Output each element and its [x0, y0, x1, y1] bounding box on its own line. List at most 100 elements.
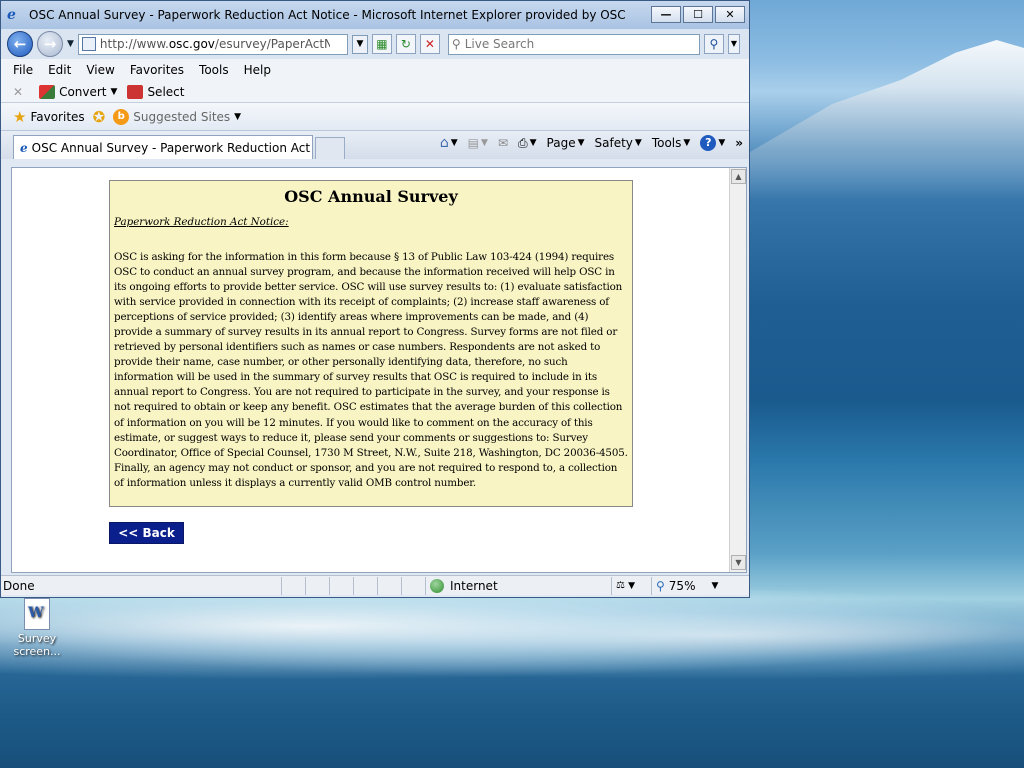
address-bar: ← → ▼ http://www.osc.gov/esurvey/PaperAc… — [1, 29, 749, 59]
feeds-button[interactable]: ▤ ▼ — [468, 136, 488, 150]
tools-menu[interactable]: Tools ▼ — [652, 136, 690, 150]
print-button[interactable]: ⎙ ▼ — [518, 136, 537, 151]
new-tab-button[interactable] — [315, 137, 345, 159]
tab-osc-survey[interactable]: e OSC Annual Survey - Paperwork Reductio… — [13, 135, 313, 159]
status-segment — [401, 576, 425, 595]
convert-button[interactable]: Convert ▼ — [39, 84, 118, 99]
chevron-more-icon[interactable]: » — [735, 136, 743, 150]
add-favorites-icon[interactable]: ✪ — [93, 108, 106, 126]
window-title: OSC Annual Survey - Paperwork Reduction … — [29, 8, 626, 22]
favorites-bar: ★ Favorites ✪ b Suggested Sites ▼ — [1, 103, 749, 131]
menu-tools[interactable]: Tools — [199, 63, 229, 77]
menu-view[interactable]: View — [86, 63, 114, 77]
suggested-dropdown-icon[interactable]: ▼ — [234, 112, 241, 122]
status-bar: Done Internet ⚖ ▼ ⚲ 75% ▼ — [1, 575, 749, 595]
search-input[interactable]: ⚲ Live Search — [447, 33, 700, 55]
page-icon — [81, 37, 96, 51]
scroll-up-icon[interactable]: ▲ — [731, 169, 746, 184]
convert-dropdown-icon[interactable]: ▼ — [111, 87, 118, 97]
page-title: OSC Annual Survey — [284, 187, 458, 206]
status-segment — [377, 576, 401, 595]
menu-file[interactable]: File — [13, 63, 33, 77]
suggested-sites-icon: b — [113, 108, 130, 125]
compatibility-icon[interactable]: ▦ — [371, 34, 392, 54]
menu-help[interactable]: Help — [244, 63, 271, 77]
safety-menu[interactable]: Safety ▼ — [595, 136, 642, 150]
status-segment — [329, 576, 353, 595]
suggested-sites-label: Suggested Sites — [133, 109, 231, 124]
mail-icon: ✉ — [497, 136, 508, 150]
desktop-icon-label: Survey screen... — [13, 632, 61, 658]
url-dropdown-icon[interactable]: ▼ — [351, 34, 368, 54]
maximize-button[interactable]: ☐ — [683, 6, 713, 23]
tools-menu-label: Tools — [651, 136, 682, 150]
favorites-button[interactable]: ★ Favorites — [13, 108, 85, 126]
status-segment — [353, 576, 377, 595]
pdf-convert-icon — [39, 84, 56, 99]
print-icon: ⎙ — [518, 135, 528, 150]
search-placeholder: Live Search — [464, 37, 535, 51]
page-menu[interactable]: Page ▼ — [547, 136, 585, 150]
menu-edit[interactable]: Edit — [48, 63, 71, 77]
page-menu-label: Page — [546, 136, 576, 150]
desktop-wallpaper-foam — [0, 590, 1024, 680]
minimize-button[interactable]: — — [651, 6, 681, 23]
safety-menu-label: Safety — [594, 136, 633, 150]
menu-bar: File Edit View Favorites Tools Help — [1, 59, 749, 81]
mail-button[interactable]: ✉ — [498, 136, 508, 150]
tab-bar: e OSC Annual Survey - Paperwork Reductio… — [1, 131, 749, 159]
zoom-level: 75% — [668, 578, 696, 593]
internet-globe-icon — [430, 578, 444, 593]
security-zone[interactable]: Internet — [425, 576, 611, 595]
word-document-icon — [24, 598, 50, 630]
help-menu[interactable]: ? ▼ — [700, 135, 725, 151]
back-nav-button[interactable]: ← — [7, 31, 33, 57]
refresh-icon[interactable]: ↻ — [395, 34, 416, 54]
zoom-control[interactable]: ⚲ 75% ▼ — [651, 576, 741, 595]
zoom-dropdown-icon[interactable]: ▼ — [711, 581, 718, 591]
tab-ie-icon: e — [20, 140, 28, 155]
url-input[interactable]: http://www.osc.gov/esurvey/PaperActNoti — [77, 33, 348, 55]
browser-window: e OSC Annual Survey - Paperwork Reductio… — [0, 0, 750, 598]
home-button[interactable]: ⌂ ▼ — [440, 135, 458, 151]
stop-icon[interactable]: ✕ — [419, 34, 440, 54]
window-controls: — ☐ ✕ — [651, 6, 745, 23]
search-go-icon[interactable]: ⚲ — [703, 34, 724, 54]
close-toolbar-icon[interactable]: ✕ — [13, 85, 23, 99]
favorites-label: Favorites — [30, 109, 85, 124]
page-content: OSC Annual Survey Paperwork Reduction Ac… — [11, 167, 747, 573]
title-bar[interactable]: e OSC Annual Survey - Paperwork Reductio… — [1, 1, 749, 29]
notice-body: OSC is asking for the information in thi… — [114, 251, 628, 489]
tab-label: OSC Annual Survey - Paperwork Reduction … — [31, 140, 313, 155]
rss-icon: ▤ — [467, 136, 480, 150]
select-label: Select — [147, 84, 185, 99]
history-dropdown-icon[interactable]: ▼ — [67, 39, 74, 49]
url-text: http://www.osc.gov/esurvey/PaperActNoti — [99, 37, 330, 51]
search-dropdown-icon[interactable]: ▼ — [727, 34, 740, 54]
ie-logo-icon: e — [7, 7, 16, 23]
desktop-icon-survey-screenshot[interactable]: Survey screen... — [10, 598, 64, 658]
command-bar: ✕ Convert ▼ Select — [1, 81, 749, 103]
desktop-wallpaper-mountain — [750, 40, 1024, 200]
zone-label: Internet — [450, 578, 498, 593]
select-button[interactable]: Select — [127, 84, 185, 99]
status-segment — [281, 576, 305, 595]
convert-label: Convert — [59, 84, 107, 99]
back-button[interactable]: << Back — [109, 522, 184, 544]
lock-icon: ⚖ — [616, 580, 625, 591]
menu-favorites[interactable]: Favorites — [130, 63, 184, 77]
help-icon: ? — [700, 135, 717, 151]
status-text: Done — [3, 578, 35, 593]
status-segment — [305, 576, 329, 595]
zoom-icon: ⚲ — [656, 578, 665, 593]
suggested-sites-button[interactable]: b Suggested Sites ▼ — [113, 108, 241, 125]
home-icon: ⌂ — [439, 135, 449, 151]
scroll-down-icon[interactable]: ▼ — [731, 555, 746, 570]
vertical-scrollbar[interactable]: ▲ ▼ — [729, 168, 746, 572]
pdf-select-icon — [127, 84, 144, 99]
protected-mode-button[interactable]: ⚖ ▼ — [611, 576, 651, 595]
close-button[interactable]: ✕ — [715, 6, 745, 23]
favorites-star-icon: ★ — [13, 107, 27, 126]
forward-nav-button[interactable]: → — [37, 31, 63, 57]
paperwork-notice-box: OSC Annual Survey Paperwork Reduction Ac… — [109, 180, 633, 507]
